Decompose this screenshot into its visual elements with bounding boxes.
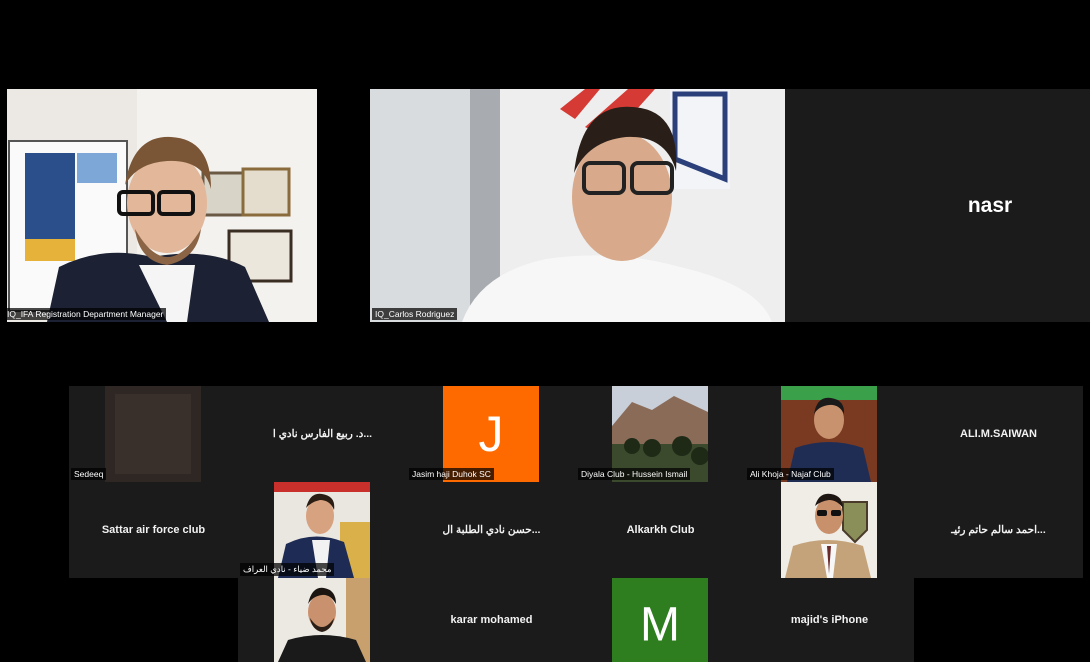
video-tile-m-avatar[interactable]: M xyxy=(576,578,745,662)
video-tile-carlos-rodriguez[interactable]: IQ_Carlos Rodriguez xyxy=(370,89,785,322)
video-tile-karar-mohamed[interactable]: karar mohamed xyxy=(407,578,576,662)
video-tile-participant-suit[interactable] xyxy=(745,482,914,578)
participant-name: nasr xyxy=(967,193,1013,217)
video-tile-sedeeq[interactable]: Sedeeq xyxy=(69,386,238,482)
video-tile-alkarkh-club[interactable]: Alkarkh Club xyxy=(576,482,745,578)
participant-video xyxy=(105,386,201,482)
participant-video xyxy=(781,482,877,578)
zoom-meeting-window: { "top_row": { "tile1": {"tag": "IQ_IFA … xyxy=(0,0,1090,662)
video-tile-mohammed-diaa[interactable]: محمد ضياء - نادي العراف xyxy=(238,482,407,578)
participant-name: د. ربيع الفارس نادي ا... xyxy=(272,428,373,440)
video-tile-diyala-club[interactable]: Diyala Club - Hussein Ismail xyxy=(576,386,745,482)
participant-name-tag: Ali Khoja - Najaf Club xyxy=(747,468,834,480)
video-tile-nasr[interactable]: nasr xyxy=(785,89,1090,322)
video-tile-ali-saiwan[interactable]: ALI.M.SAIWAN xyxy=(914,386,1083,482)
participant-video xyxy=(7,89,317,322)
participant-name-tag: IQ_Carlos Rodriguez xyxy=(372,308,458,320)
participant-name-tag: IQ_IFA Registration Department Manager xyxy=(7,308,167,320)
video-tile-ali-khoja[interactable]: Ali Khoja - Najaf Club xyxy=(745,386,914,482)
video-tile-ahmed-salem[interactable]: احمد سالم حاتم رئيـ... xyxy=(914,482,1083,578)
participant-name: Sattar air force club xyxy=(101,524,206,536)
participant-video xyxy=(274,578,370,662)
participant-name: حسن نادي الطلبة ال... xyxy=(442,524,541,536)
participant-name: ALI.M.SAIWAN xyxy=(960,428,1037,440)
video-tile-rabee-alfaris[interactable]: د. ربيع الفارس نادي ا... xyxy=(238,386,407,482)
video-tile-registration-manager[interactable]: IQ_IFA Registration Department Manager xyxy=(7,89,317,322)
avatar-initial: J xyxy=(478,406,504,462)
participant-name: majid's iPhone xyxy=(790,614,869,626)
video-tile-hassan-talaba[interactable]: حسن نادي الطلبة ال... xyxy=(407,482,576,578)
video-tile-sattar-air-force-club[interactable]: Sattar air force club xyxy=(69,482,238,578)
participant-name: احمد سالم حاتم رئيـ... xyxy=(951,524,1046,536)
participant-name-tag: Sedeeq xyxy=(71,468,107,480)
participant-video xyxy=(370,89,785,322)
avatar: M xyxy=(612,578,708,662)
participant-name-tag: Jasim haji Duhok SC xyxy=(409,468,494,480)
video-tile-participant-black-shirt[interactable] xyxy=(238,578,407,662)
participant-name: Alkarkh Club xyxy=(626,524,695,536)
video-tile-jasim-haji[interactable]: J Jasim haji Duhok SC xyxy=(407,386,576,482)
avatar-initial: M xyxy=(640,598,680,652)
participant-name: karar mohamed xyxy=(450,614,533,626)
video-tile-majids-iphone[interactable]: majid's iPhone xyxy=(745,578,914,662)
participant-name-tag: محمد ضياء - نادي العراف xyxy=(240,563,335,576)
participant-name-tag: Diyala Club - Hussein Ismail xyxy=(578,468,691,480)
